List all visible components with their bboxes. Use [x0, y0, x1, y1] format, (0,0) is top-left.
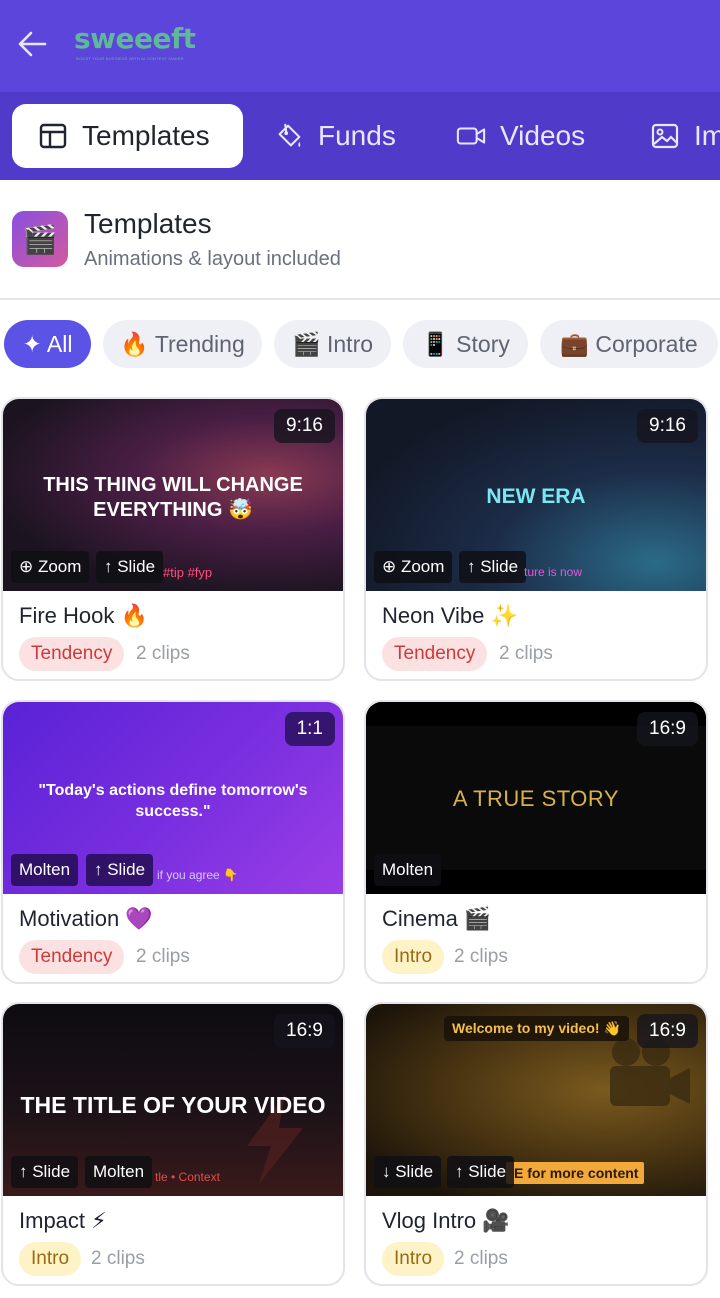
animation-tag: ↑ Slide — [96, 551, 164, 583]
image-icon — [650, 121, 680, 151]
tab-funds[interactable]: Funds — [274, 104, 396, 168]
clip-count: 2 clips — [91, 1248, 145, 1269]
template-title: Fire Hook 🔥 — [19, 603, 148, 628]
tab-images[interactable]: Im — [650, 104, 720, 168]
welcome-caption: Welcome to my video! 👋 — [444, 1016, 629, 1041]
category-badge: Intro — [382, 1242, 445, 1276]
template-card-motivation[interactable]: 1:1 "Today's actions define tomorrow's s… — [1, 700, 345, 984]
chip-all[interactable]: ✦ All — [4, 320, 91, 368]
chip-trending[interactable]: 🔥 Trending — [103, 320, 262, 368]
tab-videos[interactable]: Videos — [456, 104, 585, 168]
animation-tag: ↑ Slide — [86, 854, 154, 886]
video-camera-icon — [456, 121, 486, 151]
tab-label: Videos — [500, 120, 586, 151]
chip-corporate[interactable]: 💼 Corporate — [540, 320, 718, 368]
thumbnail-hashtags: #tip #fyp — [163, 565, 213, 580]
chip-intro[interactable]: 🎬 Intro — [274, 320, 391, 368]
clip-count: 2 clips — [499, 643, 553, 664]
aspect-ratio-badge: 16:9 — [637, 1014, 698, 1048]
template-thumbnail: 1:1 "Today's actions define tomorrow's s… — [3, 702, 343, 894]
template-card-cinema[interactable]: 16:9 A TRUE STORY Molten Cinema 🎬 Intro … — [364, 700, 708, 984]
template-thumbnail: 16:9 THE TITLE OF YOUR VIDEO ↑ Slide Mol… — [3, 1004, 343, 1196]
back-button[interactable] — [14, 26, 50, 62]
template-title: Motivation 💜 — [19, 906, 153, 931]
arrow-left-icon — [18, 31, 47, 57]
category-badge: Intro — [382, 940, 445, 974]
logo-wordmark: sweeeft — [74, 22, 196, 55]
category-badge: Tendency — [19, 637, 125, 671]
clapperboard-icon: 🎬 — [12, 211, 68, 267]
aspect-ratio-badge: 9:16 — [274, 409, 335, 443]
template-title: Cinema 🎬 — [382, 906, 492, 931]
aspect-ratio-badge: 1:1 — [284, 712, 335, 746]
logo-tagline: BOOST YOUR BUSINESS WITH AI CONTENT MAKE… — [76, 56, 184, 61]
template-thumbnail: Welcome to my video! 👋 16:9 E for more c… — [366, 1004, 706, 1196]
aspect-ratio-badge: 9:16 — [637, 409, 698, 443]
category-badge: Intro — [19, 1242, 82, 1276]
thumbnail-overlay-text: A TRUE STORY — [452, 786, 620, 811]
tab-templates[interactable]: Templates — [12, 104, 243, 168]
template-title: Impact ⚡ — [19, 1208, 107, 1233]
animation-tag: Molten — [11, 854, 79, 886]
animation-tag: Molten — [374, 854, 442, 886]
app-header: sweeeft BOOST YOUR BUSINESS WITH AI CONT… — [0, 0, 720, 92]
template-title: Neon Vibe ✨ — [382, 603, 518, 628]
animation-tag: ⊕ Zoom — [374, 551, 453, 583]
tab-label: Im — [694, 120, 720, 151]
thumbnail-caption: if you agree 👇 — [157, 868, 238, 882]
layout-icon — [38, 121, 68, 151]
clip-count: 2 clips — [136, 946, 190, 967]
animation-tag: ↑ Slide — [447, 1156, 515, 1188]
thumbnail-overlay-text: THIS THING WILL CHANGE EVERYTHING 🤯 — [43, 474, 303, 521]
section-subtitle: Animations & layout included — [84, 248, 341, 270]
thumbnail-overlay-text: "Today's actions define tomorrow's succe… — [38, 782, 308, 820]
filter-chips: ✦ All 🔥 Trending 🎬 Intro 📱 Story 💼 Corpo… — [0, 320, 720, 370]
template-card-fire-hook[interactable]: 9:16 THIS THING WILL CHANGE EVERYTHING 🤯… — [1, 397, 345, 681]
category-badge: Tendency — [19, 940, 125, 974]
template-card-vlog-intro[interactable]: Welcome to my video! 👋 16:9 E for more c… — [364, 1002, 708, 1286]
section-title: Templates — [84, 208, 212, 239]
thumbnail-caption: ture is now — [524, 565, 583, 579]
animation-tag: ↓ Slide — [374, 1156, 442, 1188]
paint-bucket-icon — [274, 121, 304, 151]
tab-label: Funds — [318, 120, 396, 151]
animation-tag: ↑ Slide — [459, 551, 527, 583]
template-card-impact[interactable]: 16:9 THE TITLE OF YOUR VIDEO ↑ Slide Mol… — [1, 1002, 345, 1286]
animation-tag: ↑ Slide — [11, 1156, 79, 1188]
clip-count: 2 clips — [136, 643, 190, 664]
animation-tag: Molten — [85, 1156, 153, 1188]
clip-count: 2 clips — [454, 946, 508, 967]
template-thumbnail: 16:9 A TRUE STORY Molten — [366, 702, 706, 894]
template-card-neon-vibe[interactable]: 9:16 NEW ERA ⊕ Zoom ↑ Slide ture is now … — [364, 397, 708, 681]
tab-label: Templates — [82, 120, 210, 151]
aspect-ratio-badge: 16:9 — [637, 712, 698, 746]
template-thumbnail: 9:16 THIS THING WILL CHANGE EVERYTHING 🤯… — [3, 399, 343, 591]
app-logo: sweeeft BOOST YOUR BUSINESS WITH AI CONT… — [74, 22, 204, 66]
thumbnail-overlay-text: THE TITLE OF YOUR VIDEO — [20, 1092, 326, 1118]
thumbnail-overlay-text: NEW ERA — [486, 485, 586, 508]
template-thumbnail: 9:16 NEW ERA ⊕ Zoom ↑ Slide ture is now — [366, 399, 706, 591]
animation-tag: ⊕ Zoom — [11, 551, 90, 583]
thumbnail-caption: tle • Context — [155, 1170, 220, 1184]
aspect-ratio-badge: 16:9 — [274, 1014, 335, 1048]
category-badge: Tendency — [382, 637, 488, 671]
subscribe-caption: E for more content — [506, 1162, 645, 1184]
clip-count: 2 clips — [454, 1248, 508, 1269]
main-tabs: Templates Funds Videos Im — [0, 92, 720, 180]
section-header: 🎬 Templates Animations & layout included — [0, 180, 720, 300]
template-title: Vlog Intro 🎥 — [382, 1208, 510, 1233]
chip-story[interactable]: 📱 Story — [403, 320, 528, 368]
